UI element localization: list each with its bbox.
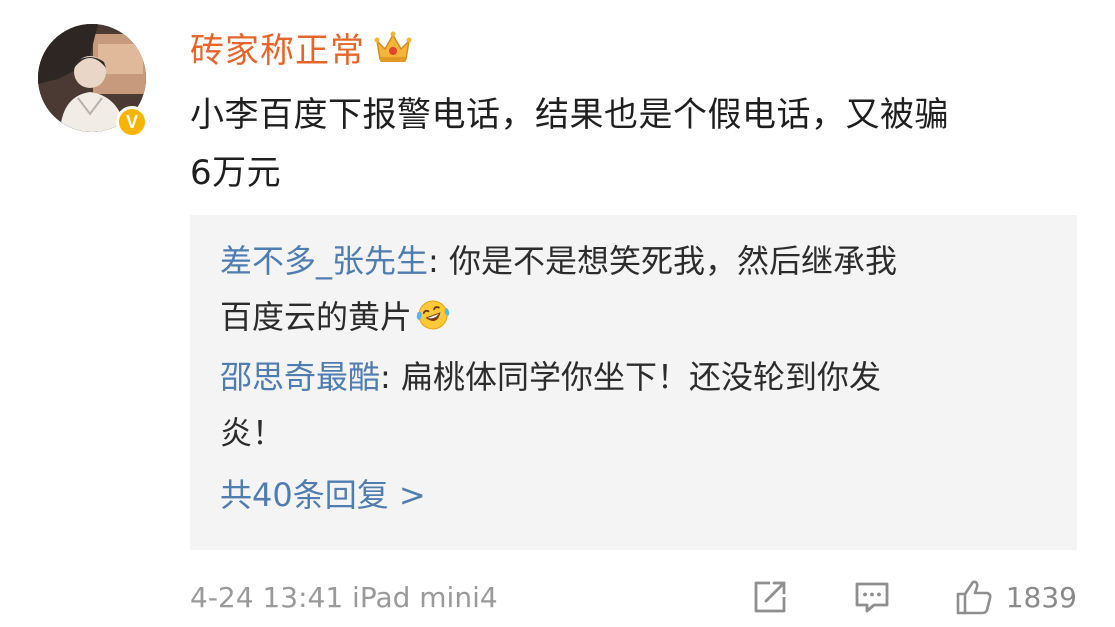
replies-box[interactable]: 差不多_张先生: 你是不是想笑死我，然后继承我 百度云的黄片 邵思奇最酷: 扁桃体… (190, 215, 1077, 550)
verified-letter: V (125, 112, 138, 132)
reply-separator: : (428, 242, 449, 280)
comment-line-1: 小李百度下报警电话，结果也是个假电话，又被骗 (190, 95, 949, 135)
username-row: 砖家称正常 (190, 22, 413, 72)
username[interactable]: 砖家称正常 (190, 23, 365, 72)
comment-footer: 4-24 13:41 iPad mini4 1839 (190, 572, 1077, 622)
reply-item[interactable]: 差不多_张先生: 你是不是想笑死我，然后继承我 百度云的黄片 (220, 233, 1020, 345)
thumbs-up-icon[interactable] (954, 577, 994, 617)
reply-username[interactable]: 差不多_张先生 (220, 242, 428, 280)
comment-line-2: 6万元 (190, 153, 282, 193)
more-replies-link[interactable]: 共40条回复 > (220, 467, 1047, 523)
reply-item[interactable]: 邵思奇最酷: 扁桃体同学你坐下！还没轮到你发炎！ (220, 349, 1020, 461)
reply-text: 扁桃体同学你坐下！还没轮到你发 (400, 358, 881, 396)
reply-text-cont: 炎！ (220, 414, 285, 452)
reply-text-cont: 百度云的黄片 (220, 298, 413, 336)
like-count: 1839 (1005, 580, 1077, 614)
share-icon[interactable] (750, 577, 790, 617)
reply-text: 你是不是想笑死我，然后继承我 (448, 242, 897, 280)
verified-badge-icon: V (116, 106, 148, 138)
comment-icon[interactable] (852, 577, 892, 617)
laugh-cry-emoji-icon (416, 300, 450, 330)
comment-content: 小李百度下报警电话，结果也是个假电话，又被骗 6万元 (190, 86, 1090, 202)
reply-username[interactable]: 邵思奇最酷 (220, 358, 380, 396)
action-bar: 1839 (750, 577, 1077, 617)
reply-separator: : (380, 358, 401, 396)
comment-meta: 4-24 13:41 iPad mini4 (190, 580, 498, 614)
comment-card: V 砖家称正常 小李百度下报警电话，结果也是个假电话，又被骗 6万元 差不多_张… (0, 0, 1115, 627)
crown-icon (374, 31, 412, 62)
